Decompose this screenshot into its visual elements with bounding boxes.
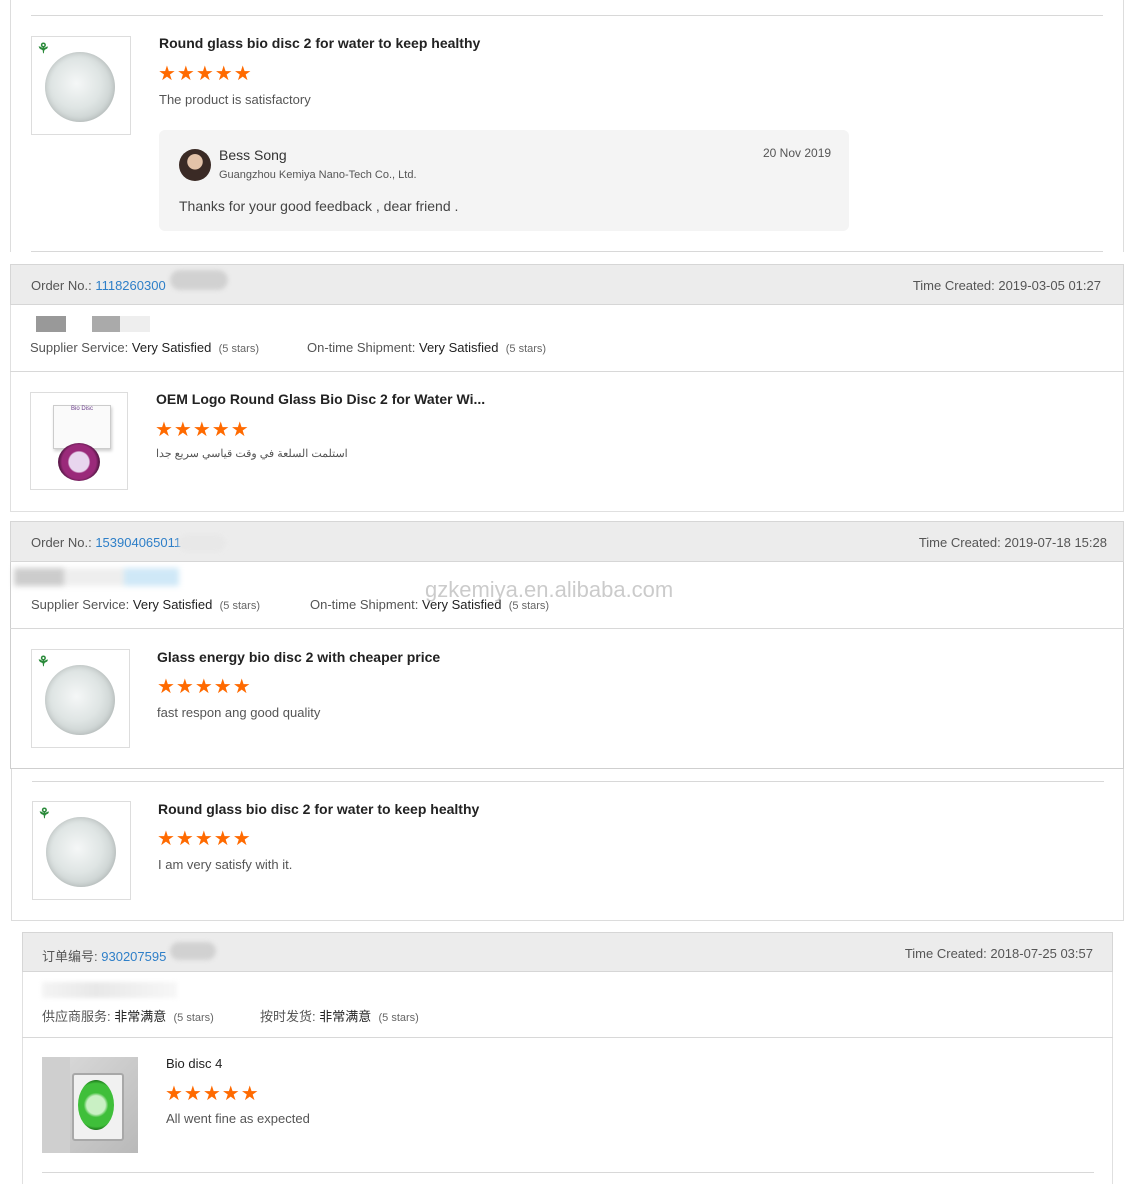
redacted-blur [170,270,228,290]
order-number-label: Order No.: [31,278,92,293]
time-created-value: 2019-07-18 15:28 [1004,535,1107,550]
product-title-link[interactable]: Glass energy bio disc 2 with cheaper pri… [157,649,440,665]
time-created-value: 2018-07-25 03:57 [990,946,1093,961]
supplier-service-rating: Supplier Service: Very Satisfied (5 star… [31,597,260,612]
star-rating: ★★★★★ [157,676,252,698]
watermark: gzkemiya.en.alibaba.com [425,577,674,602]
card-border-right [1123,0,1124,252]
supplier-service-rating: 供应商服务: 非常满意 (5 stars) [42,1009,214,1024]
bio-disc-image [58,443,100,481]
divider [10,371,1124,372]
product-title-link[interactable]: Round glass bio disc 2 for water to keep… [159,35,480,51]
review-text: I am very satisfy with it. [158,857,293,872]
review-text: The product is satisfactory [159,92,311,107]
time-created-label: Time Created: [912,278,995,293]
redacted-blur [14,568,194,586]
star-rating: ★★★★★ [157,828,252,850]
order-number-label: 订单编号: [42,949,98,964]
product-title-link[interactable]: Round glass bio disc 2 for water to keep… [158,801,479,817]
product-thumbnail[interactable] [42,1057,138,1153]
redacted-blur [42,982,177,998]
product-thumbnail[interactable]: ⚘ [32,801,131,900]
redacted-blur [20,316,210,332]
bio-disc-image [78,1080,114,1130]
time-created-label: Time Created: [904,946,987,961]
bio-disc-image [45,665,115,735]
supplier-service-rating: Supplier Service: Very Satisfied (5 star… [30,340,259,355]
product-thumbnail[interactable]: ⚘ [31,36,131,135]
review-text: All went fine as expected [166,1111,310,1126]
divider [32,781,1104,782]
review-text: fast respon ang good quality [157,705,321,720]
order-number-link[interactable]: 930207595 [101,949,166,964]
redacted-blur [178,534,226,552]
shipment-rating: On-time Shipment: Very Satisfied (5 star… [307,340,547,355]
divider [22,1037,1113,1038]
seller-reply-box: Bess Song Guangzhou Kemiya Nano-Tech Co.… [159,130,849,231]
product-title-link[interactable]: Bio disc 4 [166,1056,222,1071]
order-number-link[interactable]: 1118260300 [95,278,165,293]
product-title-link[interactable]: OEM Logo Round Glass Bio Disc 2 for Wate… [156,391,485,407]
star-rating: ★★★★★ [158,63,253,85]
reply-author-name: Bess Song [219,147,287,163]
bio-disc-image [46,817,116,887]
order-number-link[interactable]: 153904065011 [95,535,181,550]
card-border-left [10,0,11,252]
order-number-label: Order No.: [31,535,92,550]
divider [10,628,1124,629]
brand-logo-icon: ⚘ [37,40,50,56]
star-rating: ★★★★★ [155,419,250,441]
reply-company: Guangzhou Kemiya Nano-Tech Co., Ltd. [219,169,417,181]
shipment-rating: 按时发货: 非常满意 (5 stars) [260,1009,419,1024]
reply-text: Thanks for your good feedback , dear fri… [179,198,459,214]
product-thumbnail[interactable]: Bio Disc [30,392,128,490]
divider [31,15,1103,16]
divider [42,1172,1094,1173]
reply-date: 20 Nov 2019 [763,146,832,160]
product-thumbnail[interactable]: ⚘ [31,649,130,748]
time-created-value: 2019-03-05 01:27 [998,278,1101,293]
brand-logo-icon: ⚘ [38,805,51,821]
time-created-label: Time Created: [918,535,1001,550]
divider [31,251,1103,252]
star-rating: ★★★★★ [165,1083,260,1105]
redacted-blur [170,942,216,960]
avatar [179,149,211,181]
brand-logo-icon: ⚘ [37,653,50,669]
review-text: استلمت السلعة في وقت قياسي سريع جدا [156,448,348,460]
bio-disc-image [45,52,115,122]
